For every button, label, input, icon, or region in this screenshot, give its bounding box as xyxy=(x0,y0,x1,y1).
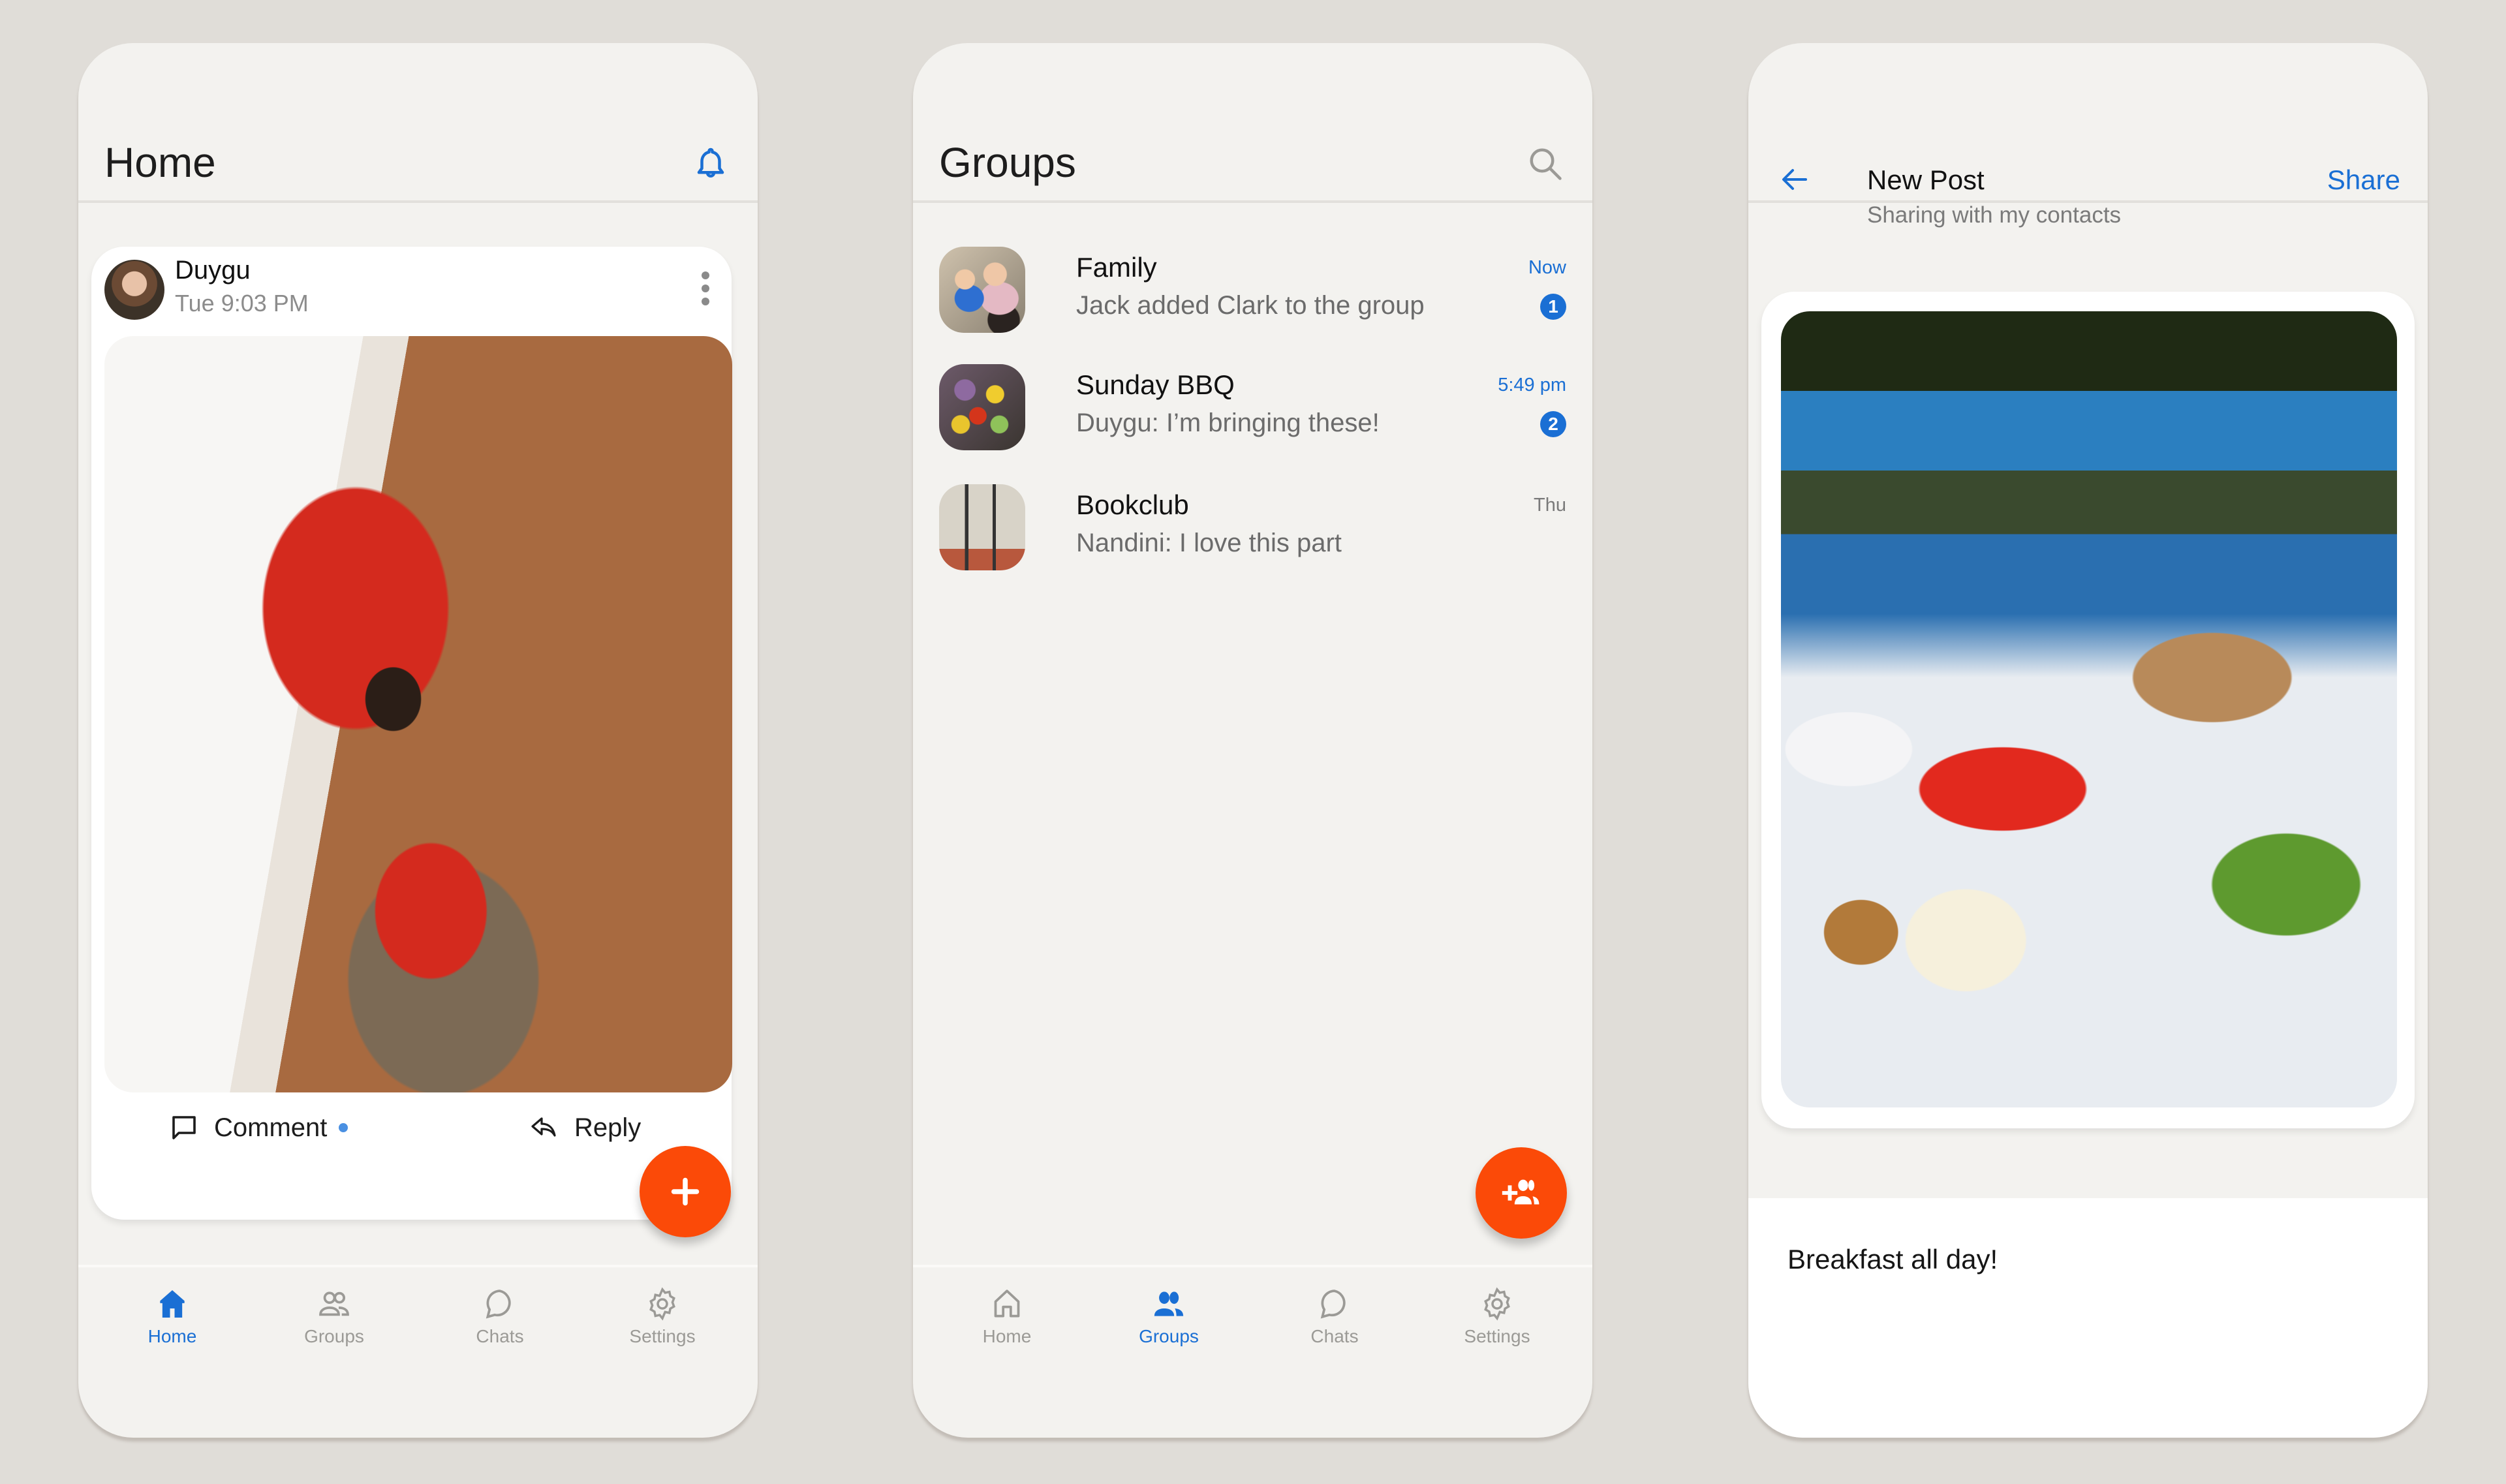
groups-screen: Groups Family Jack added Clark to the gr… xyxy=(913,43,1592,1438)
reply-icon xyxy=(531,1117,556,1137)
add-group-fab[interactable] xyxy=(1476,1147,1567,1239)
home-icon xyxy=(994,1290,1020,1318)
groups-icon xyxy=(319,1291,349,1316)
caption-input[interactable]: Breakfast all day! xyxy=(1748,1198,2428,1438)
bottom-nav: Home Groups Chats Settings xyxy=(78,1265,758,1438)
group-name: Family xyxy=(1076,252,1157,283)
page-subtitle: Sharing with my contacts xyxy=(1867,202,2122,228)
unread-dot xyxy=(339,1123,348,1132)
gear-icon xyxy=(649,1287,675,1321)
group-thumbnail xyxy=(939,484,1025,570)
comment-button[interactable]: Comment xyxy=(168,1102,348,1154)
post-photo[interactable] xyxy=(104,336,732,1092)
photo-preview-card xyxy=(1761,292,2415,1128)
group-time: Thu xyxy=(1534,495,1566,516)
avatar[interactable] xyxy=(104,260,164,320)
chat-icon xyxy=(1320,1290,1346,1319)
home-header: Home xyxy=(78,43,758,203)
reply-button[interactable]: Reply xyxy=(529,1102,641,1154)
group-list-item[interactable]: Sunday BBQ Duygu: I’m bringing these! 5:… xyxy=(939,364,1566,462)
groups-icon xyxy=(1154,1291,1184,1316)
group-last-message: Duygu: I’m bringing these! xyxy=(1076,409,1380,437)
nav-label: Chats xyxy=(476,1326,524,1346)
post-timestamp: Tue 9:03 PM xyxy=(175,290,309,317)
search-icon[interactable] xyxy=(1526,144,1565,183)
nav-label: Home xyxy=(147,1326,197,1346)
unread-badge: 2 xyxy=(1540,411,1566,437)
nav-label: Settings xyxy=(1464,1326,1530,1346)
group-thumbnail xyxy=(939,247,1025,333)
nav-home[interactable]: Home xyxy=(942,1286,1072,1347)
post-card: Duygu Tue 9:03 PM Comment Reply xyxy=(91,247,732,1220)
nav-label: Chats xyxy=(1310,1326,1359,1346)
comment-label: Comment xyxy=(214,1113,328,1142)
new-post-fab[interactable] xyxy=(640,1146,731,1237)
group-time: Now xyxy=(1528,257,1566,278)
page-title: Home xyxy=(104,139,216,186)
home-icon xyxy=(160,1290,185,1318)
caption-text: Breakfast all day! xyxy=(1787,1244,1998,1275)
nav-home[interactable]: Home xyxy=(107,1286,238,1347)
reply-label: Reply xyxy=(574,1113,642,1142)
nav-groups[interactable]: Groups xyxy=(1104,1286,1234,1347)
group-time: 5:49 pm xyxy=(1498,375,1566,395)
post-author[interactable]: Duygu xyxy=(175,256,251,285)
new-post-screen: New Post Sharing with my contacts Share … xyxy=(1748,43,2428,1438)
nav-label: Groups xyxy=(1139,1326,1199,1346)
groups-header: Groups xyxy=(913,43,1592,203)
nav-settings[interactable]: Settings xyxy=(1432,1286,1562,1347)
group-thumbnail xyxy=(939,364,1025,450)
group-list-item[interactable]: Family Jack added Clark to the group Now… xyxy=(939,247,1566,345)
group-last-message: Jack added Clark to the group xyxy=(1076,291,1425,320)
page-title: Groups xyxy=(939,139,1076,186)
new-post-header: New Post Sharing with my contacts Share xyxy=(1748,43,2428,228)
nav-settings[interactable]: Settings xyxy=(597,1286,728,1347)
bottom-nav: Home Groups Chats Settings xyxy=(913,1265,1592,1438)
nav-label: Groups xyxy=(304,1326,364,1346)
page-title: New Post xyxy=(1867,164,1985,195)
unread-badge: 1 xyxy=(1540,294,1566,320)
nav-chats[interactable]: Chats xyxy=(435,1286,565,1347)
bell-icon[interactable] xyxy=(691,144,730,183)
add-group-icon xyxy=(1502,1179,1539,1205)
back-arrow-icon[interactable] xyxy=(1780,164,1811,195)
gear-icon xyxy=(1484,1287,1510,1321)
nav-label: Home xyxy=(982,1326,1032,1346)
nav-groups[interactable]: Groups xyxy=(269,1286,399,1347)
group-name: Bookclub xyxy=(1076,489,1189,520)
group-name: Sunday BBQ xyxy=(1076,369,1235,400)
plus-icon xyxy=(671,1177,700,1206)
nav-label: Settings xyxy=(629,1326,696,1346)
post-actions: Comment Reply xyxy=(91,1102,732,1167)
comment-icon xyxy=(172,1116,196,1139)
more-vertical-icon[interactable] xyxy=(699,269,712,308)
group-list-item[interactable]: Bookclub Nandini: I love this part Thu xyxy=(939,484,1566,582)
nav-chats[interactable]: Chats xyxy=(1269,1286,1400,1347)
share-button[interactable]: Share xyxy=(2327,164,2400,196)
group-last-message: Nandini: I love this part xyxy=(1076,529,1342,557)
preview-photo[interactable] xyxy=(1781,311,2397,1107)
chat-icon xyxy=(486,1290,511,1319)
home-screen: Home Duygu Tue 9:03 PM Comment Reply Hom… xyxy=(78,43,758,1438)
